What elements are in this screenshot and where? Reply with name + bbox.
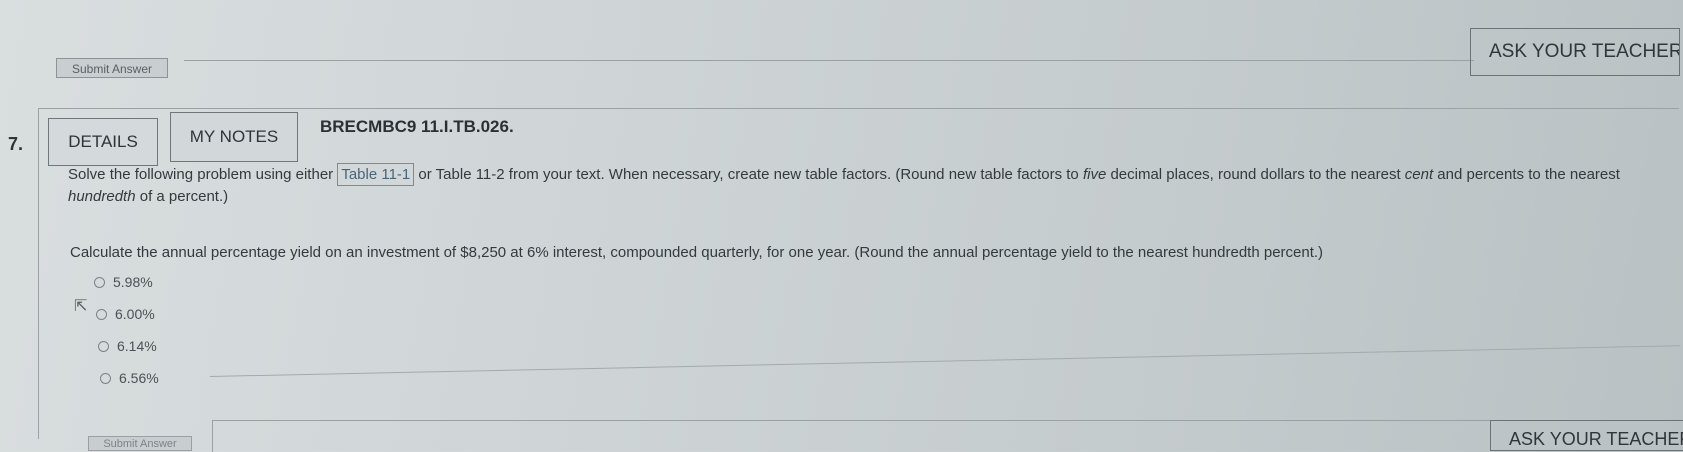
radio-button[interactable] [98,340,109,352]
table-11-2-link[interactable]: Table 11-2 [436,166,505,183]
submit-answer-button[interactable]: Submit Answer [56,58,168,78]
ask-your-teacher-button[interactable]: ASK YOUR TEACHER [1490,420,1683,451]
answer-choice[interactable]: 6.00% [96,306,155,322]
instructions-emphasis: five [1082,166,1107,183]
instructions-part: and percents to the nearest [1433,166,1620,183]
instructions-emphasis: cent [1404,166,1434,183]
table-11-1-link[interactable]: Table 11-1 [337,163,415,186]
instructions-part: decimal places, round dollars to the nea… [1106,166,1405,183]
choice-label: 6.14% [117,338,157,354]
answer-choice[interactable]: 6.14% [98,338,157,354]
details-button[interactable]: DETAILS [48,118,158,166]
submit-answer-button[interactable]: Submit Answer [88,436,192,451]
answer-choice[interactable]: 6.56% [100,370,159,386]
instructions-emphasis: hundredth [68,188,136,205]
instructions-part: Solve the following problem using either [68,166,338,183]
radio-button[interactable] [94,276,105,288]
radio-button[interactable] [100,372,111,384]
instructions-part: from your text. When necessary, create n… [504,166,1083,183]
mouse-cursor-icon: ⇱ [74,298,88,315]
radio-button[interactable] [96,308,107,320]
choice-label: 6.56% [119,370,159,386]
next-question-container [212,420,1493,452]
ask-your-teacher-button[interactable]: ASK YOUR TEACHER [1470,28,1680,76]
question-number: 7. [8,134,24,154]
instructions-part: or [414,166,436,183]
divider [184,60,1474,61]
instructions-text: Solve the following problem using either… [68,163,1668,207]
question-prompt: Calculate the annual percentage yield on… [70,244,1324,261]
choice-label: 6.00% [115,306,155,322]
choice-label: 5.98% [113,274,153,290]
my-notes-button[interactable]: MY NOTES [170,112,298,162]
problem-id: BRECMBC9 11.I.TB.026. [320,117,514,136]
instructions-part: of a percent.) [135,188,229,205]
answer-choice[interactable]: 5.98% [94,274,153,290]
